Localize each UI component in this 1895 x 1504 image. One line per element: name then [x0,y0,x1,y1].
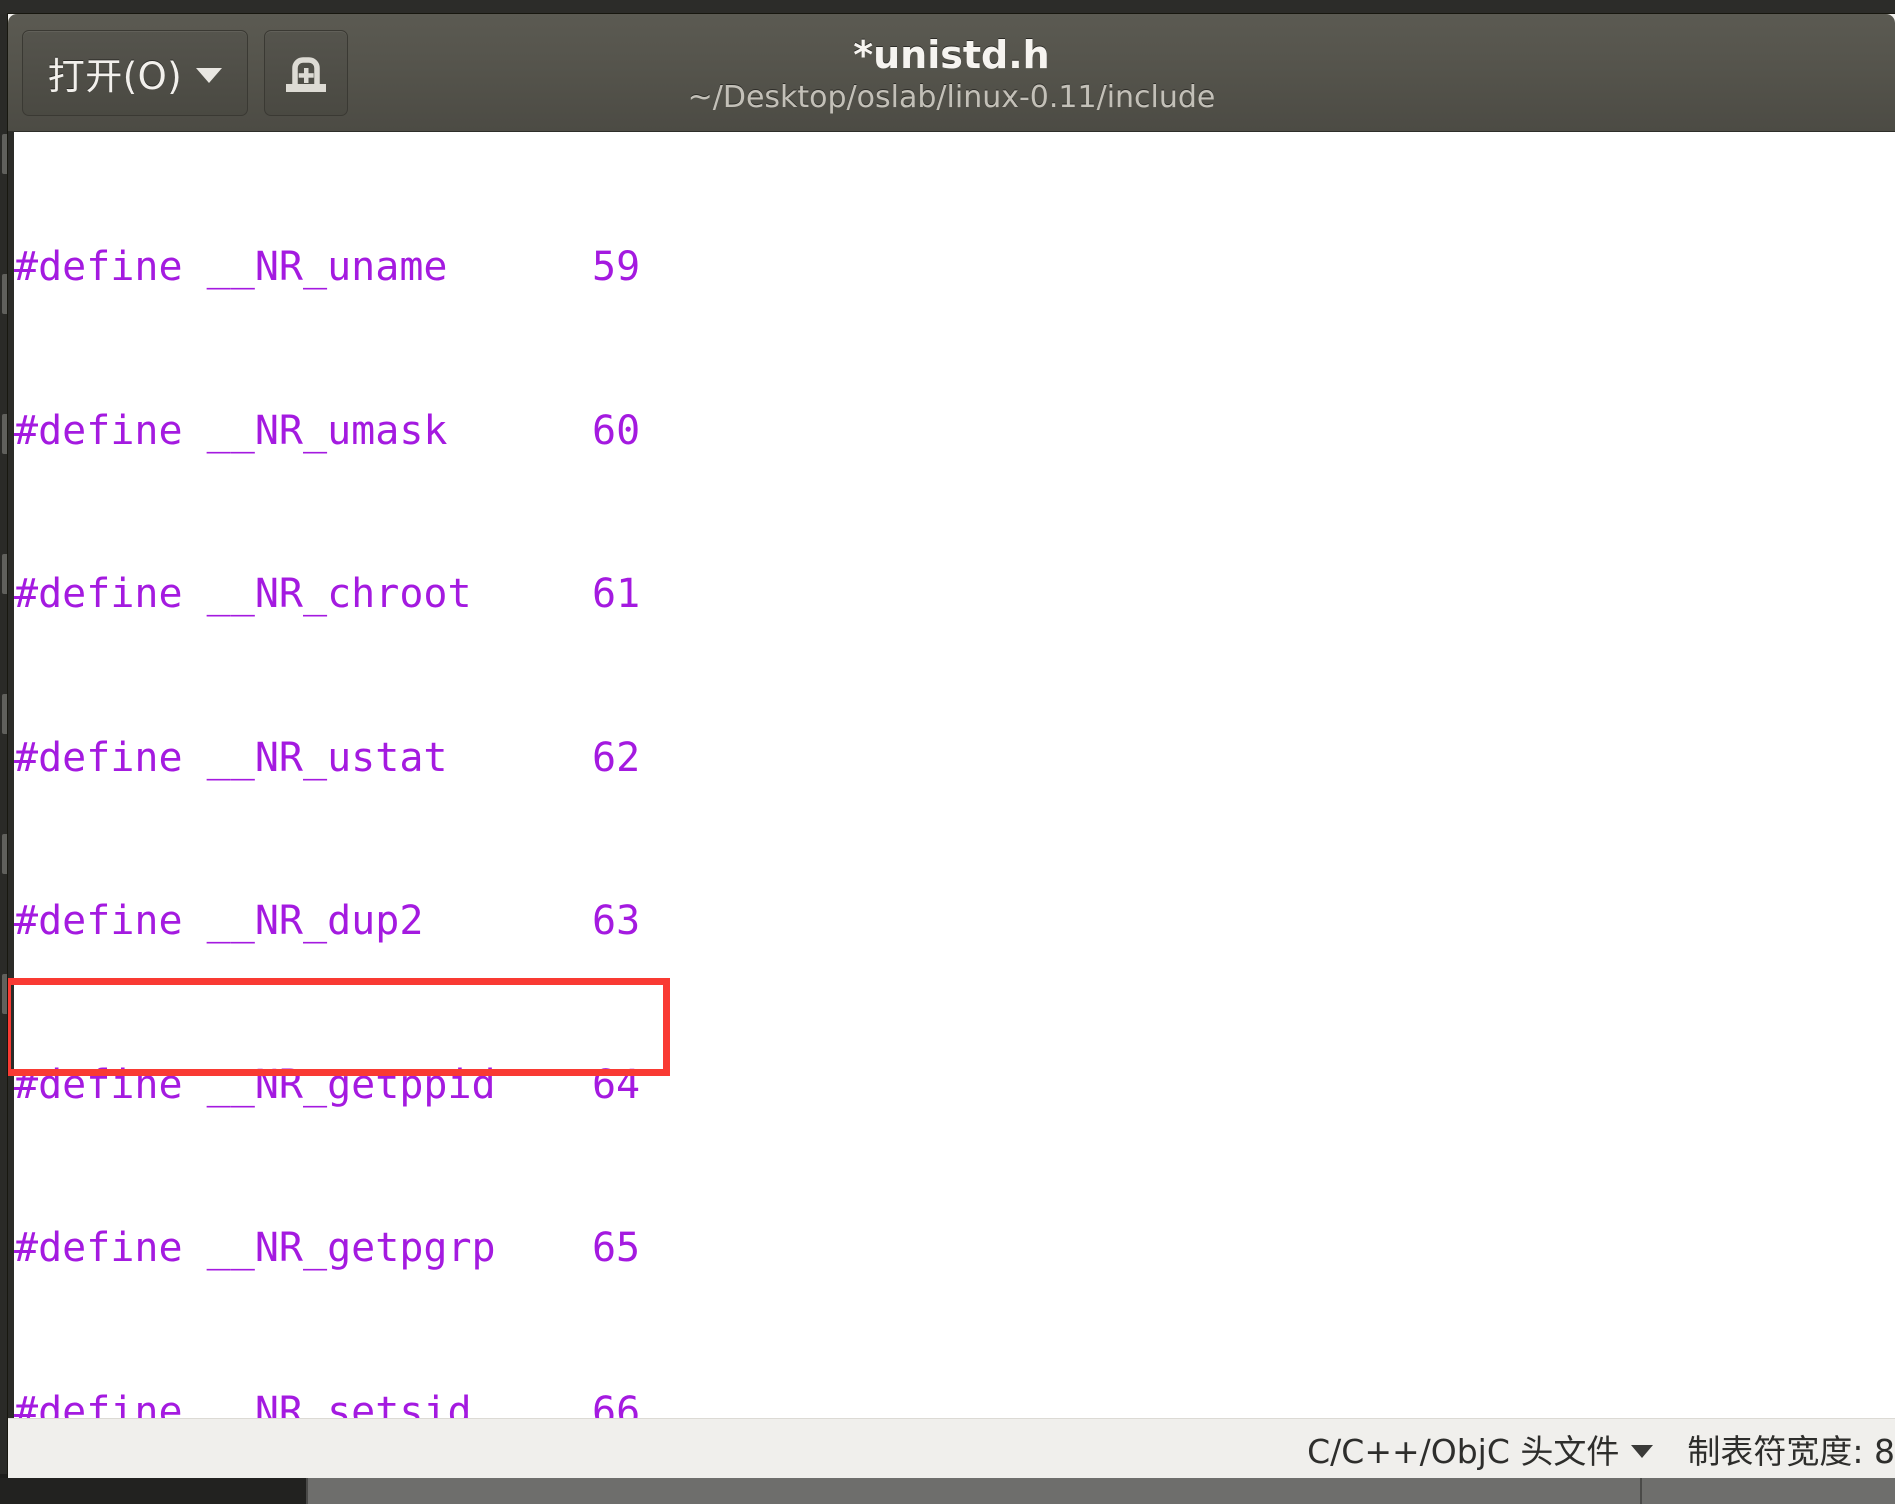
code-line: #define __NR_getpgrp 65 [14,1225,641,1271]
desktop-taskbar [0,1478,1895,1504]
open-button-label: 打开(O) [47,55,183,98]
chevron-down-icon [196,67,223,83]
desktop-background: 打开(O) *unistd.h ~/Desktop/oslab/linux-0.… [0,0,1895,1504]
save-as-icon [286,57,326,92]
code-line: #define __NR_getppid 64 [14,1061,641,1108]
editor-text[interactable]: #define __NR_uname 59 #define __NR_umask… [14,132,1895,1418]
code-line: #define __NR_dup2 63 [14,898,641,944]
code-line: #define __NR_umask 60 [14,407,641,454]
code-line: #define __NR_setsid 66 [14,1388,641,1419]
background-window-top-strip [0,0,1895,14]
save-button[interactable] [264,30,348,116]
taskbar-dark-region [0,1478,306,1504]
open-button[interactable]: 打开(O) [22,30,248,116]
tab-width-selector[interactable]: 制表符宽度: 8 [1687,1425,1895,1473]
header-bar: 打开(O) *unistd.h ~/Desktop/oslab/linux-0.… [8,14,1895,132]
code-line: #define __NR_uname 59 [14,244,641,290]
language-selector[interactable]: C/C++/ObjC 头文件 [1307,1425,1654,1473]
code-line: #define __NR_ustat 62 [14,734,641,781]
language-label: C/C++/ObjC 头文件 [1307,1432,1620,1471]
status-bar: C/C++/ObjC 头文件 制表符宽度: 8 [8,1418,1895,1478]
gedit-window: 打开(O) *unistd.h ~/Desktop/oslab/linux-0.… [8,14,1895,1478]
tab-width-label: 制表符宽度: 8 [1687,1432,1895,1471]
code-line: #define __NR_chroot 61 [14,571,641,617]
editor-view[interactable]: #define __NR_uname 59 #define __NR_umask… [8,132,1895,1418]
chevron-down-icon [1631,1445,1654,1458]
